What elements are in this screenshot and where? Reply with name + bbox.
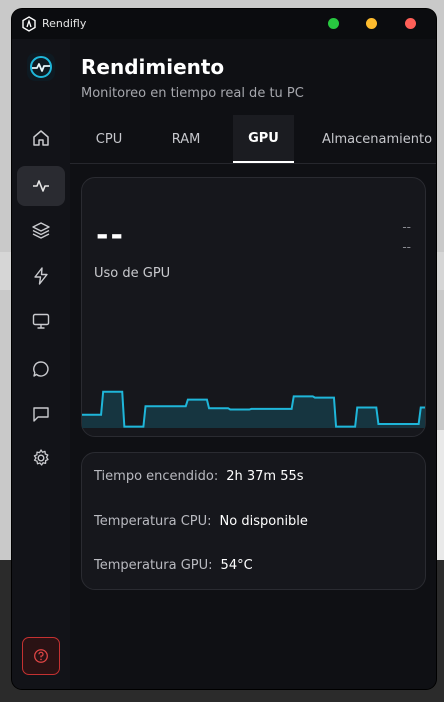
pulse-logo-icon bbox=[30, 56, 52, 78]
activity-icon bbox=[33, 180, 49, 192]
cpu-temp-row: Temperatura CPU: No disponible bbox=[94, 514, 308, 529]
sidebar-item-display[interactable] bbox=[17, 301, 65, 341]
sidebar-item-settings[interactable] bbox=[17, 438, 65, 478]
maximize-button[interactable] bbox=[328, 18, 339, 29]
tab-cpu[interactable]: CPU bbox=[86, 115, 132, 163]
main-content: Rendimiento Monitoreo en tiempo real de … bbox=[70, 39, 436, 689]
minimize-button[interactable] bbox=[366, 18, 377, 29]
title-bar[interactable]: Rendifly bbox=[12, 9, 436, 39]
cpu-temp-label: Temperatura CPU: bbox=[94, 514, 212, 529]
uptime-row: Tiempo encendido: 2h 37m 55s bbox=[94, 469, 304, 484]
chat-circle-icon bbox=[33, 361, 49, 377]
chat-square-icon bbox=[33, 407, 49, 422]
sidebar-item-chat[interactable] bbox=[17, 349, 65, 389]
lightning-icon bbox=[34, 267, 48, 285]
uptime-value: 2h 37m 55s bbox=[226, 469, 304, 484]
sidebar bbox=[12, 39, 71, 689]
help-icon bbox=[34, 649, 48, 663]
cpu-temp-value: No disponible bbox=[219, 514, 308, 529]
uptime-label: Tiempo encendido: bbox=[94, 469, 219, 484]
home-icon bbox=[33, 130, 49, 146]
sidebar-item-messages[interactable] bbox=[17, 394, 65, 434]
gpu-stat-bottom: -- bbox=[402, 240, 411, 254]
tab-gpu[interactable]: GPU bbox=[233, 115, 294, 163]
page-subtitle: Monitoreo en tiempo real de tu PC bbox=[81, 86, 304, 101]
monitor-icon bbox=[32, 313, 50, 329]
help-button[interactable] bbox=[22, 637, 60, 675]
tab-ram[interactable]: RAM bbox=[162, 115, 210, 163]
tab-bar: CPU RAM GPU Almacenamiento bbox=[70, 115, 436, 164]
gpu-temp-value: 54°C bbox=[220, 558, 253, 573]
page-title: Rendimiento bbox=[81, 55, 225, 79]
brand-logo[interactable] bbox=[27, 53, 55, 81]
system-info-card: Tiempo encendido: 2h 37m 55s Temperatura … bbox=[81, 452, 426, 590]
app-logo-icon bbox=[22, 16, 36, 32]
close-button[interactable] bbox=[405, 18, 416, 29]
gpu-temp-label: Temperatura GPU: bbox=[94, 558, 213, 573]
gpu-stat-top: -- bbox=[402, 220, 411, 234]
gpu-usage-label: Uso de GPU bbox=[94, 266, 171, 281]
gpu-usage-chart bbox=[82, 390, 425, 428]
app-name: Rendifly bbox=[42, 17, 87, 30]
gpu-temp-row: Temperatura GPU: 54°C bbox=[94, 558, 253, 573]
gear-icon bbox=[33, 449, 49, 466]
sidebar-item-performance[interactable] bbox=[17, 166, 65, 206]
gpu-usage-value: -- bbox=[96, 218, 125, 253]
app-window: Rendifly Rendimiento Monitoreo en tiempo… bbox=[12, 9, 436, 689]
tab-storage[interactable]: Almacenamiento bbox=[322, 115, 432, 163]
sidebar-item-layers[interactable] bbox=[17, 210, 65, 250]
sidebar-item-home[interactable] bbox=[17, 118, 65, 158]
layers-icon bbox=[32, 222, 50, 239]
sidebar-item-boost[interactable] bbox=[17, 256, 65, 296]
gpu-usage-card: -- -- -- Uso de GPU bbox=[81, 177, 426, 437]
